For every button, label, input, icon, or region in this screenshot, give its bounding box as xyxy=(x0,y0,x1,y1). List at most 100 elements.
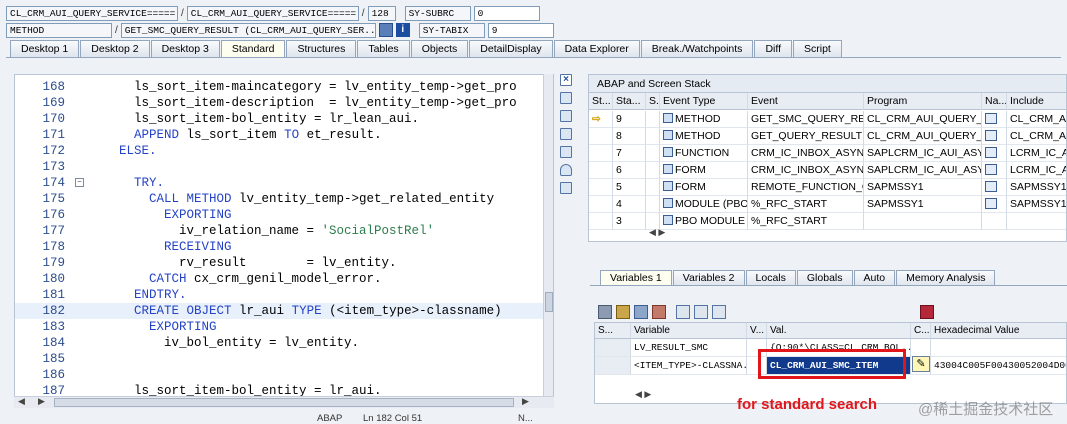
edit-pencil-icon[interactable]: ✎ xyxy=(912,356,930,372)
code-line[interactable]: 174 − TRY. xyxy=(15,175,545,191)
code-line[interactable]: 176 EXPORTING xyxy=(15,207,545,223)
stack-row[interactable]: 6 FORM CRM_IC_INBOX_ASYN_S...SAPLCRM_IC_AU… xyxy=(589,162,1066,179)
navigate-icon[interactable] xyxy=(985,147,997,158)
stack-row[interactable]: ⇨9METHODGET_SMC_QUERY_RESU...CL_CRM_AUI_… xyxy=(589,111,1066,128)
tab-desktop-1[interactable]: Desktop 1 xyxy=(10,40,80,57)
variables-column-header[interactable]: Variable xyxy=(631,323,747,339)
delete-icon[interactable] xyxy=(598,305,612,319)
variables-column-header[interactable]: Val. xyxy=(767,323,911,339)
code-line[interactable]: 177 iv_relation_name = 'SocialPostRel' xyxy=(15,223,545,239)
code-line[interactable]: 170 ls_sort_item-bol_entity = lr_lean_au… xyxy=(15,111,545,127)
tab-standard[interactable]: Standard xyxy=(220,40,286,58)
stack-row[interactable]: 4 MODULE (PBO) %_RFC_START SAPMSSY1 SAPMSSY1 xyxy=(589,196,1066,213)
tab-locals[interactable]: Locals xyxy=(745,270,796,286)
stack-row[interactable]: 5FORMREMOTE_FUNCTION_CA...SAPMSSY1SAPMSS… xyxy=(589,179,1066,196)
swap-icon[interactable] xyxy=(560,146,572,158)
code-line[interactable]: 184 iv_bol_entity = lv_entity. xyxy=(15,335,545,351)
navigate-icon[interactable] xyxy=(985,130,997,141)
new-window-icon[interactable] xyxy=(560,92,572,104)
copy-icon[interactable] xyxy=(560,110,572,122)
stack-column-header[interactable]: Program xyxy=(864,93,982,110)
program-name: SAPMSSY1 xyxy=(864,196,982,213)
tab-detaildisplay[interactable]: DetailDisplay xyxy=(469,40,553,57)
tab-script[interactable]: Script xyxy=(793,40,842,57)
settings-icon[interactable] xyxy=(694,305,708,319)
info-icon[interactable]: i xyxy=(395,23,410,37)
stack-row[interactable]: 7 FUNCTION CRM_IC_INBOX_ASYN_S...SAPLCRM_I… xyxy=(589,145,1066,162)
navigate-icon[interactable] xyxy=(985,164,997,175)
tab-break-watchpoints[interactable]: Break./Watchpoints xyxy=(640,40,754,57)
tab-objects[interactable]: Objects xyxy=(410,40,469,57)
close-icon[interactable]: × xyxy=(560,74,572,86)
tab-tables[interactable]: Tables xyxy=(357,40,410,57)
stack-column-header[interactable]: St... xyxy=(589,93,613,110)
stack-column-header[interactable]: Include xyxy=(1007,93,1066,110)
layout-icon[interactable] xyxy=(712,305,726,319)
save-icon[interactable] xyxy=(920,305,934,319)
code-line[interactable]: 178 RECEIVING xyxy=(15,239,545,255)
stack-column-header[interactable]: Event Type xyxy=(660,93,748,110)
variables-column-header[interactable]: Hexadecimal Value xyxy=(931,323,1066,339)
headset-icon[interactable] xyxy=(560,164,572,176)
event-type-icon xyxy=(663,130,673,140)
code-line[interactable]: 173 xyxy=(15,159,545,175)
sy-tabix-value[interactable]: 9 xyxy=(487,22,554,38)
fold-toggle-icon[interactable]: − xyxy=(75,178,84,187)
navigate-icon[interactable] xyxy=(985,198,997,209)
stack-column-header[interactable]: S... xyxy=(646,93,660,110)
tab-auto[interactable]: Auto xyxy=(853,270,896,286)
code-line[interactable]: 168 ls_sort_item-maincategory = lv_entit… xyxy=(15,79,545,95)
code-line[interactable]: 182 CREATE OBJECT lr_aui TYPE (<item_typ… xyxy=(15,303,545,319)
source-code-editor[interactable]: 168 ls_sort_item-maincategory = lv_entit… xyxy=(14,74,554,402)
code-line[interactable]: 183 EXPORTING xyxy=(15,319,545,335)
status-language: ABAP xyxy=(317,413,343,424)
code-line[interactable]: 179 rv_result = lv_entity. xyxy=(15,255,545,271)
variables-column-header[interactable]: S... xyxy=(595,323,631,339)
stack-horizontal-scroll[interactable]: ◀ ▶ xyxy=(649,227,739,239)
code-line[interactable]: 186 xyxy=(15,367,545,383)
structure-icon[interactable] xyxy=(676,305,690,319)
tab-desktop-2[interactable]: Desktop 2 xyxy=(80,40,150,57)
import-icon[interactable] xyxy=(652,305,666,319)
scroll-right-end-icon[interactable]: ▶ xyxy=(522,396,529,407)
stack-column-header[interactable]: Na... xyxy=(982,93,1007,110)
code-line[interactable]: 185 xyxy=(15,351,545,367)
scroll-left-icon[interactable]: ◀ xyxy=(18,396,25,407)
stack-column-header[interactable]: Sta... xyxy=(613,93,646,110)
code-line[interactable]: 172 ELSE. xyxy=(15,143,545,159)
save-variables-icon[interactable] xyxy=(634,305,648,319)
variables-column-header[interactable]: V... xyxy=(747,323,767,339)
tab-memory-analysis[interactable]: Memory Analysis xyxy=(896,270,996,286)
code-line[interactable]: 169 ls_sort_item-description = lv_entity… xyxy=(15,95,545,111)
code-line[interactable]: 175 CALL METHOD lv_entity_temp->get_rela… xyxy=(15,191,545,207)
variables-column-header[interactable]: C... xyxy=(911,323,931,339)
code-line[interactable]: 180 CATCH cx_crm_genil_model_error. xyxy=(15,271,545,287)
maximize-icon[interactable] xyxy=(560,128,572,140)
navigate-icon[interactable] xyxy=(985,181,997,192)
details-icon[interactable] xyxy=(616,305,630,319)
scroll-right-icon[interactable]: ▶ xyxy=(38,396,45,407)
code-horizontal-scrollbar[interactable]: ◀ ▶ ▶ xyxy=(14,396,554,408)
tab-globals[interactable]: Globals xyxy=(796,270,853,286)
tab-data-explorer[interactable]: Data Explorer xyxy=(553,40,640,57)
line-number: 185 xyxy=(42,352,65,366)
stack-column-header[interactable]: Event xyxy=(748,93,864,110)
display-source-icon[interactable] xyxy=(378,23,393,37)
code-line[interactable]: 181 ENDTRY. xyxy=(15,287,545,303)
current-marker xyxy=(589,213,613,230)
tab-diff[interactable]: Diff xyxy=(754,40,792,57)
stack-row[interactable]: 8 METHOD GET_QUERY_RESULT CL_CRM_AUI_QUERY_… xyxy=(589,128,1066,145)
tab-variables-1[interactable]: Variables 1 xyxy=(600,270,672,286)
navigate-icon[interactable] xyxy=(985,113,997,124)
variables-horizontal-scroll[interactable]: ◀ ▶ xyxy=(635,389,651,400)
scroll-thumb[interactable] xyxy=(54,398,514,407)
code-vertical-scrollbar[interactable] xyxy=(543,74,553,402)
tab-structures[interactable]: Structures xyxy=(286,40,357,57)
sy-subrc-value[interactable]: 0 xyxy=(473,5,540,21)
tab-variables-2[interactable]: Variables 2 xyxy=(672,270,745,286)
code-line[interactable]: 171 APPEND ls_sort_item TO et_result. xyxy=(15,127,545,143)
tab-desktop-3[interactable]: Desktop 3 xyxy=(150,40,220,57)
tree-icon[interactable] xyxy=(560,182,572,194)
code-text: APPEND ls_sort_item TO et_result. xyxy=(89,127,382,143)
scroll-thumb[interactable] xyxy=(545,292,553,312)
